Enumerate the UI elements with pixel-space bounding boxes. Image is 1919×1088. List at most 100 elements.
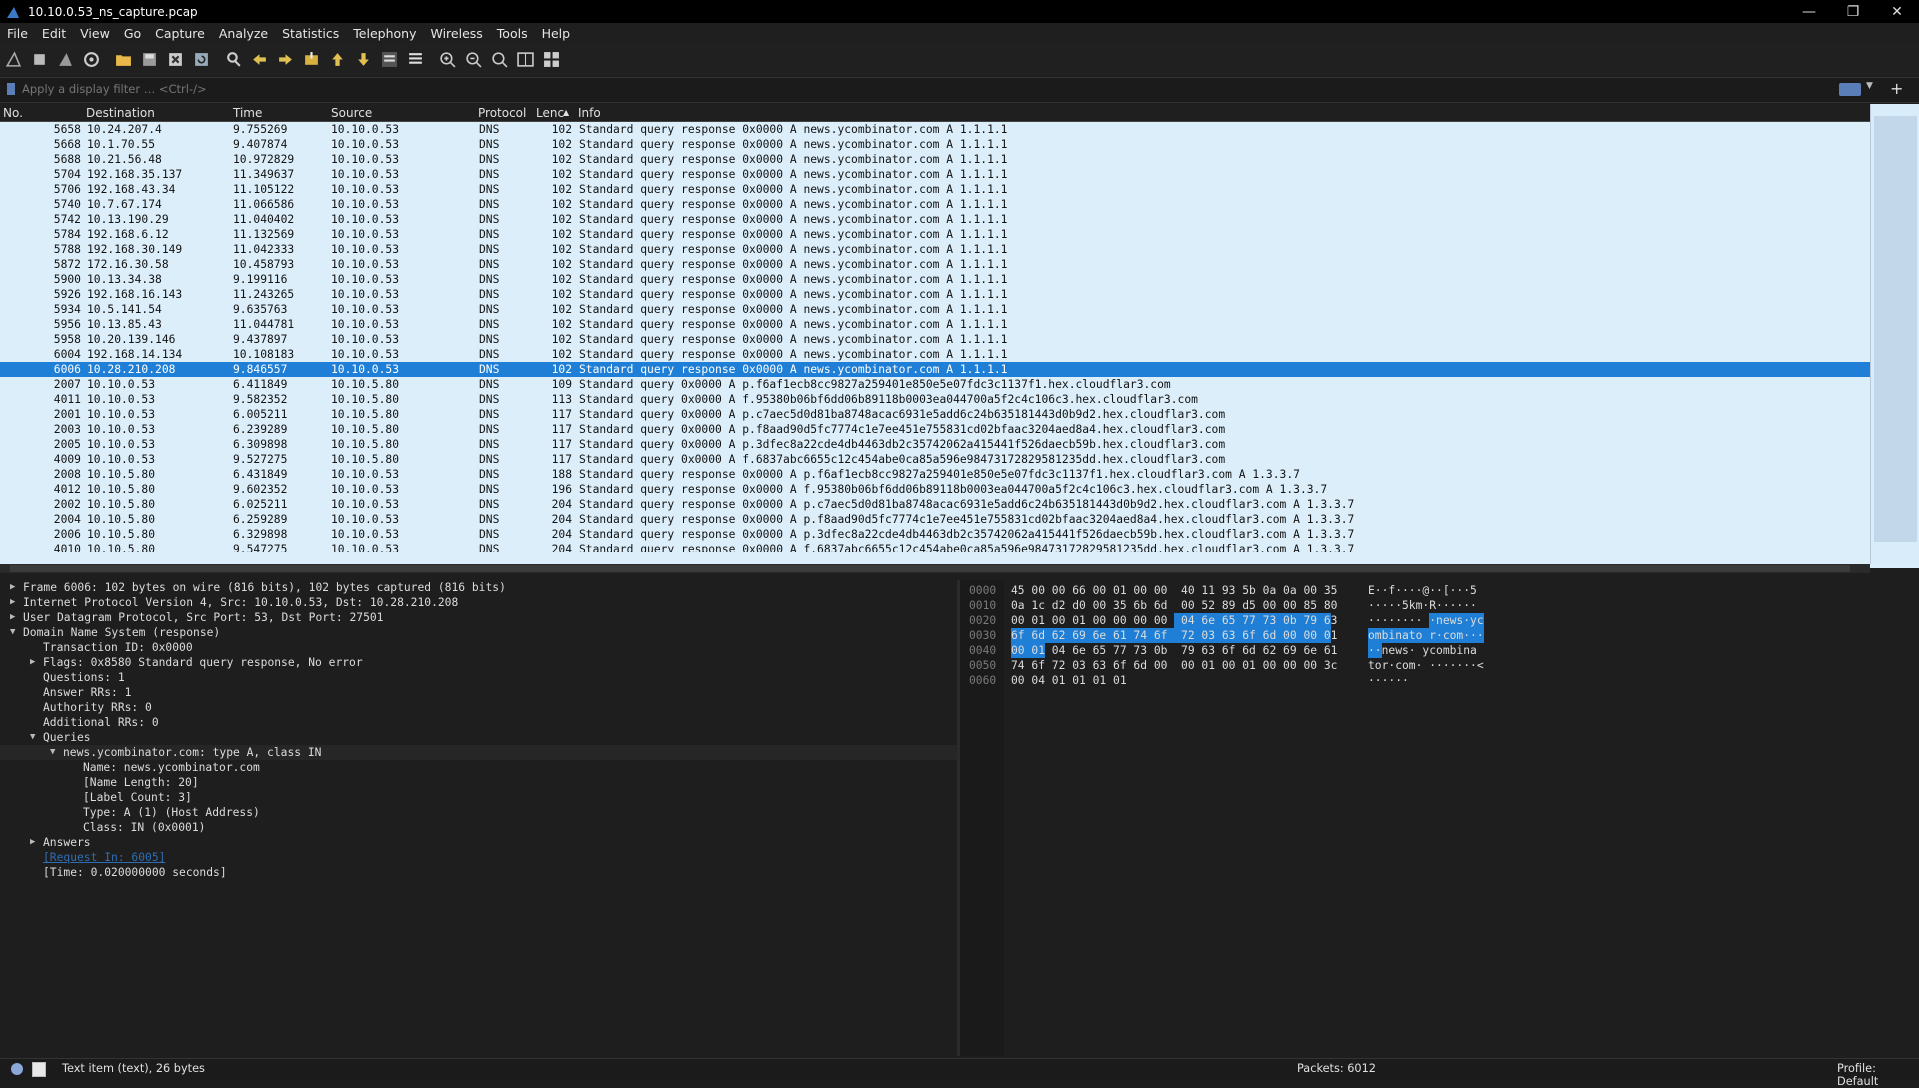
find-packet-icon[interactable]: [222, 48, 244, 70]
normal-size-icon[interactable]: [488, 48, 510, 70]
menu-tools[interactable]: Tools: [490, 26, 535, 41]
filter-bookmark-icon[interactable]: [7, 83, 15, 95]
detail-tree-item[interactable]: ▼ Domain Name System (response): [0, 625, 957, 640]
menu-go[interactable]: Go: [117, 26, 148, 41]
packet-row[interactable]: 4010 10.10.5.80 9.547275 10.10.0.53 DNS 204 St…: [0, 542, 1870, 552]
detail-tree-item[interactable]: ▼ news.ycombinator.com: type A, class IN: [0, 745, 957, 760]
packet-row[interactable]: 5956 10.13.85.43 11.044781 10.10.0.53 DNS 102…: [0, 317, 1870, 332]
packet-row[interactable]: 5900 10.13.34.38 9.199116 10.10.0.53 DNS 102 S…: [0, 272, 1870, 287]
menu-file[interactable]: File: [0, 26, 35, 41]
close-icon[interactable]: ✕: [1875, 0, 1919, 23]
menu-statistics[interactable]: Statistics: [275, 26, 346, 41]
detail-tree-item[interactable]: Transaction ID: 0x0000: [0, 640, 957, 655]
bytes-row[interactable]: 0040 00 01 04 6e 65 77 73 0b 79 63 6f 6d …: [960, 643, 1919, 658]
filter-history-dropdown-icon[interactable]: ▼: [1866, 81, 1873, 91]
bytes-row[interactable]: 0030 6f 6d 62 69 6e 61 74 6f 72 03 63 6f …: [960, 628, 1919, 643]
bytes-row[interactable]: 0000 45 00 00 66 00 01 00 00 40 11 93 5b …: [960, 583, 1919, 598]
packet-list-vertical-scrollbar[interactable]: [1870, 104, 1919, 564]
packet-row[interactable]: 5704 192.168.35.137 11.349637 10.10.0.53 DNS…: [0, 167, 1870, 182]
packet-row[interactable]: 5958 10.20.139.146 9.437897 10.10.0.53 DNS 10…: [0, 332, 1870, 347]
resize-columns-icon[interactable]: [514, 48, 536, 70]
column-time[interactable]: Time: [233, 106, 262, 120]
menu-analyze[interactable]: Analyze: [212, 26, 275, 41]
detail-tree-item[interactable]: [Time: 0.020000000 seconds]: [0, 865, 957, 880]
zoom-out-icon[interactable]: [462, 48, 484, 70]
packet-list-horizontal-scrollbar[interactable]: [0, 564, 1870, 573]
packet-row[interactable]: 5706 192.168.43.34 11.105122 10.10.0.53 DNS 1…: [0, 182, 1870, 197]
detail-tree-item[interactable]: ▶ Answers: [0, 835, 957, 850]
go-forward-icon[interactable]: [274, 48, 296, 70]
bytes-row[interactable]: 0060 00 04 01 01 01 01 ······: [960, 673, 1919, 688]
detail-tree-item[interactable]: [Label Count: 3]: [0, 790, 957, 805]
column-info[interactable]: Info: [578, 106, 601, 120]
packet-row[interactable]: 5688 10.21.56.48 10.972829 10.10.0.53 DNS 102…: [0, 152, 1870, 167]
detail-tree-item[interactable]: Authority RRs: 0: [0, 700, 957, 715]
menu-telephony[interactable]: Telephony: [346, 26, 423, 41]
bytes-row[interactable]: 0020 00 01 00 01 00 00 00 00 04 6e 65 77 …: [960, 613, 1919, 628]
packet-row[interactable]: 2007 10.10.0.53 6.411849 10.10.5.80 DNS 109 St…: [0, 377, 1870, 392]
capture-comment-icon[interactable]: [32, 1062, 46, 1077]
colorize-icon[interactable]: [404, 48, 426, 70]
expand-arrow-icon[interactable]: ▶: [10, 610, 15, 625]
zoom-in-icon[interactable]: [436, 48, 458, 70]
expand-arrow-icon[interactable]: ▶: [30, 835, 35, 850]
detail-tree-item[interactable]: ▶ Internet Protocol Version 4, Src: 10.10…: [0, 595, 957, 610]
restart-capture-icon[interactable]: [54, 48, 76, 70]
detail-tree-item[interactable]: Type: A (1) (Host Address): [0, 805, 957, 820]
packet-row[interactable]: 5740 10.7.67.174 11.066586 10.10.0.53 DNS 102…: [0, 197, 1870, 212]
detail-tree-item[interactable]: ▼ Queries: [0, 730, 957, 745]
detail-tree-item[interactable]: ▶ Frame 6006: 102 bytes on wire (816 bits…: [0, 580, 957, 595]
start-capture-icon[interactable]: [2, 48, 24, 70]
packet-row[interactable]: 5784 192.168.6.12 11.132569 10.10.0.53 DNS 10…: [0, 227, 1870, 242]
column-source[interactable]: Source: [331, 106, 372, 120]
packet-row[interactable]: 5926 192.168.16.143 11.243265 10.10.0.53 DNS…: [0, 287, 1870, 302]
first-packet-icon[interactable]: [326, 48, 348, 70]
packet-row[interactable]: 2005 10.10.0.53 6.309898 10.10.5.80 DNS 117 St…: [0, 437, 1870, 452]
packet-row[interactable]: 2008 10.10.5.80 6.431849 10.10.0.53 DNS 188 St…: [0, 467, 1870, 482]
minimize-icon[interactable]: —: [1787, 0, 1831, 23]
request-in-link[interactable]: [Request In: 6005]: [0, 850, 957, 865]
expand-arrow-icon[interactable]: ▶: [30, 655, 35, 670]
open-file-icon[interactable]: [112, 48, 134, 70]
column-length[interactable]: Lenc: [536, 106, 564, 120]
display-filter-input[interactable]: [22, 80, 1822, 98]
detail-tree-item[interactable]: Additional RRs: 0: [0, 715, 957, 730]
go-back-icon[interactable]: [248, 48, 270, 70]
packet-row[interactable]: 6004 192.168.14.134 10.108183 10.10.0.53 DNS…: [0, 347, 1870, 362]
collapse-arrow-icon[interactable]: ▼: [10, 625, 15, 640]
detail-tree-item[interactable]: Answer RRs: 1: [0, 685, 957, 700]
packet-row[interactable]: 5742 10.13.190.29 11.040402 10.10.0.53 DNS 10…: [0, 212, 1870, 227]
packet-row[interactable]: 5658 10.24.207.4 9.755269 10.10.0.53 DNS 102 S…: [0, 122, 1870, 137]
bytes-row[interactable]: 0010 0a 1c d2 d0 00 35 6b 6d 00 52 89 d5 …: [960, 598, 1919, 613]
capture-options-icon[interactable]: [80, 48, 102, 70]
column-protocol[interactable]: Protocol: [478, 106, 526, 120]
stop-capture-icon[interactable]: [28, 48, 50, 70]
expand-arrow-icon[interactable]: ▶: [10, 580, 15, 595]
menu-edit[interactable]: Edit: [35, 26, 73, 41]
detail-tree-item[interactable]: [Name Length: 20]: [0, 775, 957, 790]
save-file-icon[interactable]: [138, 48, 160, 70]
column-no[interactable]: No.: [3, 106, 23, 120]
menu-help[interactable]: Help: [535, 26, 578, 41]
packet-row[interactable]: 2003 10.10.0.53 6.239289 10.10.5.80 DNS 117 St…: [0, 422, 1870, 437]
packet-row[interactable]: 2006 10.10.5.80 6.329898 10.10.0.53 DNS 204 St…: [0, 527, 1870, 542]
bytes-row[interactable]: 0050 74 6f 72 03 63 6f 6d 00 00 01 00 01 …: [960, 658, 1919, 673]
expand-arrow-icon[interactable]: ▶: [10, 595, 15, 610]
profile-label[interactable]: Profile: Default: [1837, 1062, 1919, 1088]
packet-row-selected[interactable]: 6006 10.28.210.208 9.846557 10.10.0.53 DNS 10…: [0, 362, 1870, 377]
detail-tree-item[interactable]: ▶ Flags: 0x8580 Standard query response, …: [0, 655, 957, 670]
packet-row[interactable]: 5872 172.16.30.58 10.458793 10.10.0.53 DNS 10…: [0, 257, 1870, 272]
packet-row[interactable]: 5934 10.5.141.54 9.635763 10.10.0.53 DNS 102 S…: [0, 302, 1870, 317]
close-file-icon[interactable]: [164, 48, 186, 70]
expert-info-icon[interactable]: [11, 1063, 23, 1075]
restore-icon[interactable]: ❐: [1831, 0, 1875, 23]
detail-tree-item[interactable]: ▶ User Datagram Protocol, Src Port: 53, D…: [0, 610, 957, 625]
packet-row[interactable]: 5668 10.1.70.55 9.407874 10.10.0.53 DNS 102 St…: [0, 137, 1870, 152]
last-packet-icon[interactable]: [352, 48, 374, 70]
menu-view[interactable]: View: [73, 26, 117, 41]
packet-row[interactable]: 2001 10.10.0.53 6.005211 10.10.5.80 DNS 117 St…: [0, 407, 1870, 422]
reload-file-icon[interactable]: [190, 48, 212, 70]
packet-row[interactable]: 5788 192.168.30.149 11.042333 10.10.0.53 DNS…: [0, 242, 1870, 257]
detail-tree-item[interactable]: Name: news.ycombinator.com: [0, 760, 957, 775]
menu-wireless[interactable]: Wireless: [423, 26, 489, 41]
